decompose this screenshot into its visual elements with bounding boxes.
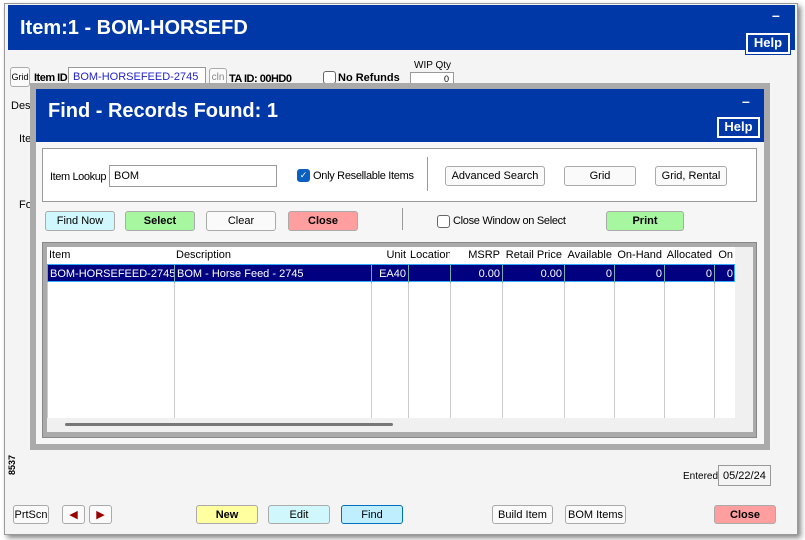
column-header[interactable]: Description — [174, 247, 371, 264]
wip-qty-label: WIP Qty — [414, 60, 452, 71]
select-button[interactable]: Select — [125, 211, 195, 231]
item-lookup-input[interactable]: BOM — [109, 165, 277, 187]
table-cell: 0 — [615, 265, 665, 283]
column-header[interactable]: Retail Price — [502, 247, 564, 264]
vertical-scrollbar[interactable] — [735, 247, 753, 418]
close-on-select-checkbox[interactable] — [437, 215, 450, 228]
column-header[interactable]: On-Hand — [614, 247, 664, 264]
column-header[interactable]: Allocated — [664, 247, 714, 264]
results-grid: Item Description Unit Location MSRP Retail Pr… — [42, 242, 757, 438]
left-arrow-icon: ◀ — [69, 509, 78, 521]
build-item-button[interactable]: Build Item — [492, 505, 553, 524]
find-now-button[interactable]: Find Now — [45, 211, 115, 231]
scrollbar-thumb[interactable] — [65, 423, 393, 426]
column-header[interactable]: On — [714, 247, 735, 264]
minimize-button[interactable]: – — [772, 7, 780, 23]
dialog-title: Find - Records Found: 1 — [48, 100, 278, 122]
only-resellable-checkbox[interactable]: ✓ — [297, 169, 310, 182]
table-cell: 0.00 — [451, 265, 503, 283]
column-divider — [408, 264, 409, 418]
divider — [427, 157, 428, 191]
column-divider — [371, 264, 372, 418]
column-divider — [174, 264, 175, 418]
table-cell: 0.00 — [503, 265, 565, 283]
table-row[interactable]: BOM-HORSEFEED-2745 BOM - Horse Feed - 274… — [47, 264, 736, 283]
prtscn-button[interactable]: PrtScn — [13, 505, 49, 524]
table-cell: 0 — [565, 265, 615, 283]
table-cell: 0 — [715, 265, 736, 283]
previous-record-button[interactable]: ◀ — [62, 505, 85, 524]
bom-items-button[interactable]: BOM Items — [565, 505, 626, 524]
table-cell: 0 — [665, 265, 715, 283]
divider — [402, 208, 403, 230]
column-divider — [47, 264, 48, 418]
horizontal-scrollbar[interactable] — [47, 418, 753, 432]
column-divider — [564, 264, 565, 418]
grid-rental-button[interactable]: Grid, Rental — [655, 166, 727, 186]
des-label: Des — [11, 100, 31, 112]
grid-button[interactable]: Grid — [564, 166, 636, 186]
close-button[interactable]: Close — [714, 505, 776, 524]
next-record-button[interactable]: ▶ — [89, 505, 112, 524]
column-divider — [614, 264, 615, 418]
column-header[interactable]: Location — [408, 247, 450, 264]
entered-label: Entered — [683, 471, 719, 482]
table-cell — [409, 265, 451, 283]
advanced-search-button[interactable]: Advanced Search — [445, 166, 545, 186]
dialog-title-bar: Find - Records Found: 1 – — [36, 89, 764, 142]
column-header[interactable]: Item — [47, 247, 174, 264]
grid-body: Item Description Unit Location MSRP Retail Pr… — [47, 247, 736, 418]
table-cell: BOM-HORSEFEED-2745 — [48, 265, 175, 283]
item-title-bar: Item:1 - BOM-HORSEFD – — [8, 5, 795, 50]
column-divider — [664, 264, 665, 418]
new-button[interactable]: New — [196, 505, 258, 524]
close-on-select-label: Close Window on Select — [453, 215, 566, 227]
column-header[interactable]: Unit — [371, 247, 408, 264]
dialog-minimize-button[interactable]: – — [742, 93, 750, 109]
item-lookup-label: Item Lookup — [50, 171, 107, 183]
right-arrow-icon: ▶ — [96, 509, 105, 521]
grid-rows: BOM-HORSEFEED-2745 BOM - Horse Feed - 274… — [47, 264, 736, 418]
entered-date: 05/22/24 — [718, 465, 771, 486]
column-divider — [450, 264, 451, 418]
side-number: 8537 — [7, 454, 18, 476]
find-button[interactable]: Find — [341, 505, 403, 524]
dialog-help-button[interactable]: Help — [716, 116, 761, 139]
column-divider — [502, 264, 503, 418]
clear-button[interactable]: Clear — [206, 211, 276, 231]
edit-button[interactable]: Edit — [268, 505, 330, 524]
column-header[interactable]: Available — [564, 247, 614, 264]
window-title: Item:1 - BOM-HORSEFD — [20, 17, 248, 39]
dialog-close-button[interactable]: Close — [288, 211, 358, 231]
table-cell: EA40 — [372, 265, 409, 283]
print-button[interactable]: Print — [606, 211, 684, 231]
only-resellable-label: Only Resellable Items — [313, 170, 414, 182]
column-divider — [714, 264, 715, 418]
table-cell: BOM - Horse Feed - 2745 — [175, 265, 372, 283]
help-button[interactable]: Help — [745, 32, 791, 55]
grid-header: Item Description Unit Location MSRP Retail Pr… — [47, 247, 735, 264]
grid-button[interactable]: Grid — [10, 67, 30, 87]
column-header[interactable]: MSRP — [450, 247, 502, 264]
